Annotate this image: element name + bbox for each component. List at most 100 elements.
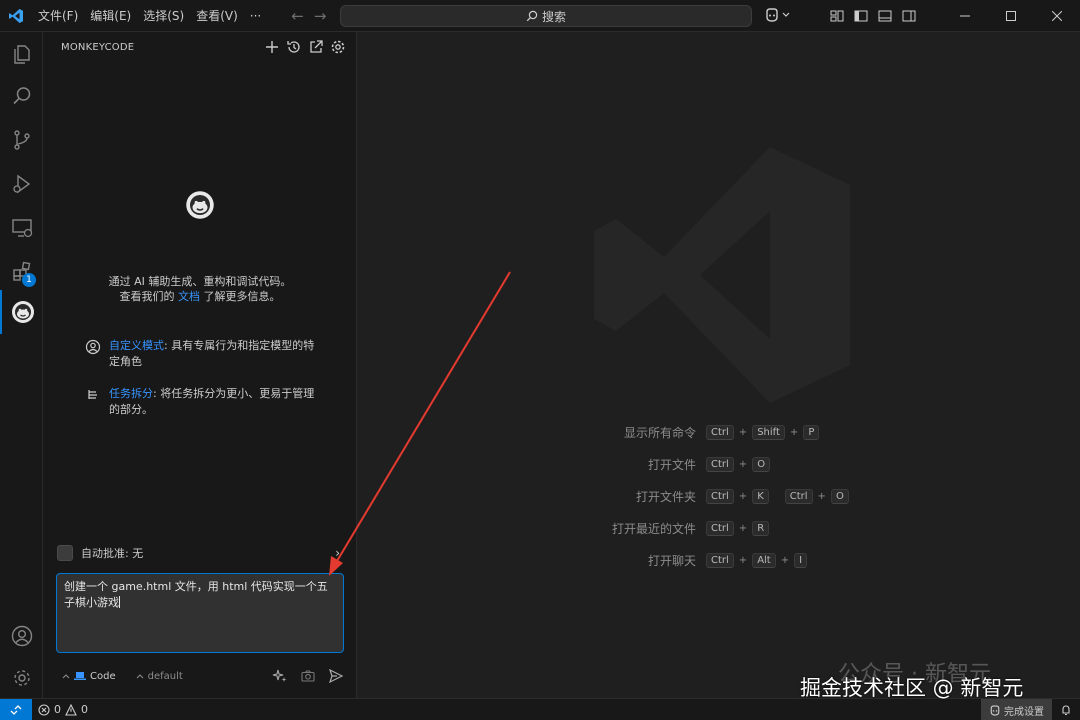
- remote-icon: [10, 704, 22, 715]
- feature-custom-modes: 自定义模式: 具有专属行为和指定模型的特定角色: [85, 338, 325, 370]
- warning-count: 0: [81, 703, 88, 716]
- shortcut-label: 显示所有命令: [623, 425, 696, 440]
- activity-explorer[interactable]: [0, 32, 43, 76]
- activity-manage[interactable]: [0, 656, 43, 700]
- monkeycode-logo-icon: [185, 190, 215, 223]
- extensions-badge: 1: [22, 273, 36, 287]
- shortcut-row[interactable]: 打开聊天 Ctrl + Alt + I: [358, 550, 1080, 570]
- intro-line2-post: 了解更多信息。: [200, 290, 281, 303]
- chevron-up-icon: [136, 674, 143, 679]
- key: Ctrl: [706, 424, 734, 440]
- key: Ctrl: [706, 552, 734, 568]
- key: K: [752, 488, 769, 504]
- menu-edit[interactable]: 编辑(E): [84, 0, 137, 32]
- plus-icon[interactable]: [264, 39, 280, 55]
- back-arrow-icon[interactable]: ←: [291, 7, 304, 25]
- forward-arrow-icon[interactable]: →: [314, 7, 327, 25]
- toggle-primary-sidebar-icon[interactable]: [854, 9, 868, 23]
- watermark-line2: 掘金技术社区 @ 新智元: [800, 676, 1024, 700]
- chevron-up-icon: [62, 674, 70, 679]
- camera-icon[interactable]: [300, 668, 316, 684]
- finish-setup-button[interactable]: 完成设置: [981, 699, 1052, 720]
- shortcut-keys: Ctrl + O: [706, 456, 771, 472]
- maximize-button[interactable]: [988, 0, 1034, 32]
- feature-task-split-text: 任务拆分: 将任务拆分为更小、更易于管理的部分。: [109, 386, 325, 418]
- model-selector[interactable]: default: [130, 671, 189, 682]
- files-icon: [13, 45, 30, 64]
- search-placeholder: 搜索: [541, 9, 566, 24]
- custom-modes-link[interactable]: 自定义模式: [109, 339, 164, 352]
- key: R: [752, 520, 770, 536]
- open-external-icon[interactable]: [308, 39, 324, 55]
- warning-icon: [65, 703, 77, 716]
- model-label: default: [147, 670, 183, 682]
- list-tree-icon: [88, 390, 97, 399]
- monkey-icon: [11, 301, 34, 323]
- minimize-icon: [960, 15, 970, 17]
- close-icon: [1052, 11, 1062, 21]
- error-icon: [38, 703, 50, 716]
- key: Alt: [752, 552, 776, 568]
- menu-file[interactable]: 文件(F): [32, 0, 84, 32]
- command-center-search[interactable]: 搜索: [340, 5, 752, 27]
- docs-link[interactable]: 文档: [178, 290, 200, 303]
- search-icon: [12, 87, 30, 105]
- auto-approve-row[interactable]: 自动批准: 无: [57, 545, 143, 561]
- settings-gear-icon[interactable]: [330, 39, 346, 55]
- copilot-menu[interactable]: [764, 8, 790, 22]
- key: P: [803, 424, 820, 440]
- activity-monkeycode[interactable]: [0, 290, 43, 334]
- shortcut-row[interactable]: 打开最近的文件 Ctrl + R: [358, 518, 1080, 538]
- feature-task-split: 任务拆分: 将任务拆分为更小、更易于管理的部分。: [85, 386, 325, 418]
- toggle-panel-icon[interactable]: [878, 9, 892, 23]
- key: O: [830, 488, 849, 504]
- shortcut-keys: Ctrl + R: [706, 520, 770, 536]
- shortcut-row[interactable]: 打开文件 Ctrl + O: [358, 454, 1080, 474]
- auto-approve-label: 自动批准: 无: [81, 547, 144, 560]
- key: Ctrl: [784, 488, 813, 504]
- run-debug-icon: [12, 174, 30, 194]
- remote-indicator[interactable]: [0, 698, 32, 720]
- menu-selection[interactable]: 选择(S): [137, 0, 190, 32]
- shortcut-row[interactable]: 打开文件夹 Ctrl + K Ctrl + O: [358, 486, 1080, 506]
- minimize-button[interactable]: [942, 0, 988, 32]
- menu-more[interactable]: ···: [244, 0, 267, 32]
- key: Ctrl: [706, 488, 734, 504]
- user-circle-icon: [85, 339, 101, 355]
- auto-approve-checkbox[interactable]: [57, 545, 73, 561]
- layout-controls: [830, 9, 916, 23]
- shortcut-label: 打开聊天: [647, 553, 696, 568]
- shortcut-row[interactable]: 显示所有命令 Ctrl + Shift + P: [358, 422, 1080, 442]
- text-caret: [119, 596, 120, 608]
- activity-run-debug[interactable]: [0, 162, 43, 206]
- shortcut-keys: Ctrl + Shift + P: [706, 424, 820, 440]
- chevron-right-icon[interactable]: ›: [335, 546, 340, 560]
- finish-setup-label: 完成设置: [1004, 706, 1044, 718]
- toggle-secondary-sidebar-icon[interactable]: [902, 9, 916, 23]
- activity-search[interactable]: [0, 74, 43, 118]
- chat-footer: Code default: [56, 666, 344, 686]
- close-button[interactable]: [1034, 0, 1080, 32]
- problems-indicator[interactable]: 0 0: [38, 703, 88, 716]
- task-split-link[interactable]: 任务拆分: [109, 387, 153, 400]
- shortcut-label: 打开文件: [647, 457, 696, 472]
- mode-selector[interactable]: Code: [56, 671, 122, 682]
- sparkle-enhance-icon[interactable]: [272, 668, 288, 684]
- activity-accounts[interactable]: [0, 614, 43, 658]
- menu-view[interactable]: 查看(V): [190, 0, 244, 32]
- customize-layout-icon[interactable]: [830, 9, 844, 23]
- activity-source-control[interactable]: [0, 118, 43, 162]
- error-count: 0: [54, 703, 61, 716]
- notifications-button[interactable]: [1052, 704, 1080, 716]
- activity-remote-explorer[interactable]: [0, 206, 43, 250]
- status-right: 完成设置: [981, 699, 1080, 720]
- key: O: [752, 456, 771, 472]
- bell-icon: [1062, 705, 1070, 716]
- intro-line1: 通过 AI 辅助生成、重构和调试代码。: [108, 275, 292, 288]
- shortcut-keys: Ctrl + Alt + I: [706, 552, 808, 568]
- chat-input[interactable]: 创建一个 game.html 文件，用 html 代码实现一个五子棋小游戏: [56, 573, 344, 653]
- history-icon[interactable]: [286, 39, 302, 55]
- activity-extensions[interactable]: 1: [0, 250, 43, 294]
- send-icon[interactable]: [328, 668, 344, 684]
- chevron-down-icon: [782, 12, 790, 17]
